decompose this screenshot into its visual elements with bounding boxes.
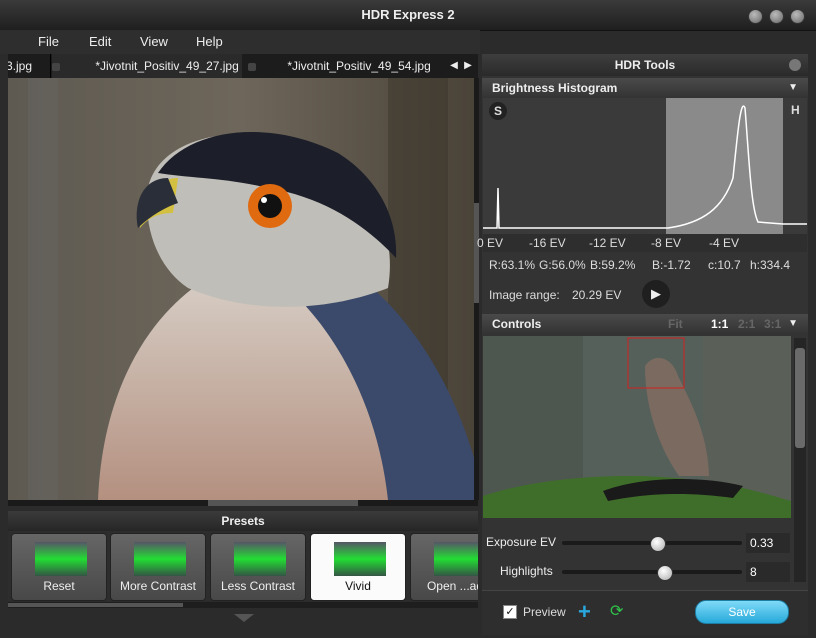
window-title: HDR Express 2 xyxy=(361,7,455,22)
preset-label: Open ...adc xyxy=(426,579,478,593)
navigator-thumbnail[interactable] xyxy=(483,336,791,518)
brightness-histogram[interactable]: S H xyxy=(483,98,807,234)
menu-edit[interactable]: Edit xyxy=(89,34,111,49)
ev-tick-label: 0 EV xyxy=(477,236,504,250)
image-range-label: Image range: xyxy=(489,288,560,302)
preset-thumbnail xyxy=(434,542,478,576)
zoom-1-1[interactable]: 1:1 xyxy=(711,314,728,334)
preset-vivid[interactable]: Vivid xyxy=(310,533,406,601)
tab-close-icon[interactable] xyxy=(52,62,60,71)
preset-thumbnail xyxy=(334,542,386,576)
image-vertical-scrollbar[interactable] xyxy=(474,78,479,500)
preset-label: More Contrast xyxy=(119,579,197,593)
play-icon[interactable]: ▶ xyxy=(642,280,670,308)
refresh-icon[interactable]: ⟳ xyxy=(610,601,623,621)
tab-scroll-left-icon[interactable]: ◀ xyxy=(448,54,460,78)
save-button[interactable]: Save xyxy=(695,600,789,624)
histogram-section-header[interactable]: Brightness Histogram ▼ xyxy=(482,78,808,98)
preset-label: Reset xyxy=(43,579,75,593)
presets-header: Presets xyxy=(8,511,478,531)
menu-bar: File Edit View Help xyxy=(0,30,480,54)
preset-less-contrast[interactable]: Less Contrast xyxy=(210,533,306,601)
preset-label: Vivid xyxy=(345,579,371,593)
preset-thumbnail xyxy=(134,542,186,576)
highlights-label: Highlights xyxy=(500,564,553,578)
ev-tick-label: -16 EV xyxy=(529,236,566,250)
zoom-3-1[interactable]: 3:1 xyxy=(764,314,781,334)
zoom-fit[interactable]: Fit xyxy=(668,314,683,334)
zoom-2-1[interactable]: 2:1 xyxy=(738,314,755,334)
preset-thumbnail xyxy=(35,542,87,576)
highlights-slider[interactable] xyxy=(562,570,742,574)
preset-label: Less Contrast xyxy=(220,579,296,593)
highlights-value[interactable]: 8 xyxy=(746,562,790,582)
highlights-slider-row: Highlights 8 xyxy=(482,561,792,583)
readout-chroma: c:10.7 xyxy=(708,258,741,272)
title-bar: HDR Express 2 xyxy=(0,0,816,31)
preview-checkbox[interactable]: ✓ xyxy=(503,605,517,619)
exposure-value[interactable]: 0.33 xyxy=(746,533,790,553)
ev-tick-label: -4 EV xyxy=(709,236,740,250)
image-canvas[interactable] xyxy=(8,78,474,500)
tab-1[interactable]: 3.jpg xyxy=(8,54,51,78)
bottom-bar xyxy=(8,608,478,632)
tab-1-label: 3.jpg xyxy=(8,59,33,73)
controls-scrollbar[interactable] xyxy=(794,338,806,582)
readout-hue: h:334.4 xyxy=(750,258,791,272)
menu-file[interactable]: File xyxy=(38,34,59,49)
hawk-photo xyxy=(8,78,474,500)
controls-section-header[interactable]: Controls Fit 1:1 2:1 3:1 ▼ xyxy=(482,314,808,334)
readout-brightness: B:-1.72 xyxy=(652,258,691,272)
histogram-title: Brightness Histogram xyxy=(492,81,618,95)
shadows-marker[interactable]: S xyxy=(489,102,507,120)
preset-open-adc[interactable]: Open ...adc xyxy=(410,533,478,601)
minimize-button[interactable] xyxy=(748,9,763,24)
maximize-button[interactable] xyxy=(769,9,784,24)
add-icon[interactable]: + xyxy=(578,599,591,625)
readout-blue: B:59.2% xyxy=(590,258,636,272)
document-tabs: 3.jpg *Jivotnit_Positiv_49_27.jpg *Jivot… xyxy=(8,54,478,79)
panel-title: HDR Tools xyxy=(482,54,808,76)
histogram-axis: 0 EV -16 EV -12 EV -8 EV -4 EV xyxy=(477,234,807,252)
tab-2[interactable]: *Jivotnit_Positiv_49_27.jpg xyxy=(52,54,242,78)
tab-3[interactable]: *Jivotnit_Positiv_49_54.jpg xyxy=(248,54,444,78)
panel-footer: ✓ Preview + ⟳ Save xyxy=(482,590,808,635)
navigator-photo xyxy=(483,336,791,518)
highlights-slider-handle[interactable] xyxy=(657,565,673,581)
preset-thumbnail xyxy=(234,542,286,576)
preview-label: Preview xyxy=(523,605,566,619)
collapse-icon[interactable]: ▼ xyxy=(788,314,798,334)
exposure-label: Exposure EV xyxy=(486,535,557,549)
readout-red: R:63.1% xyxy=(489,258,536,272)
tab-scroll-right-icon[interactable]: ▶ xyxy=(462,54,474,78)
ev-tick-label: -12 EV xyxy=(589,236,626,250)
controls-title: Controls xyxy=(492,317,542,331)
menu-view[interactable]: View xyxy=(140,34,168,49)
image-range-value: 20.29 EV xyxy=(572,288,622,302)
hdr-tools-panel: HDR Tools Brightness Histogram ▼ S H 0 E… xyxy=(477,54,808,635)
presets-strip: Reset More Contrast Less Contrast Vivid … xyxy=(8,531,478,601)
preset-more-contrast[interactable]: More Contrast xyxy=(110,533,206,601)
exposure-slider-row: Exposure EV 0.33 xyxy=(482,532,792,554)
highlights-marker[interactable]: H xyxy=(791,103,800,117)
collapse-icon[interactable]: ▼ xyxy=(788,78,798,98)
close-button[interactable] xyxy=(790,9,805,24)
menu-help[interactable]: Help xyxy=(196,34,223,49)
exposure-slider-handle[interactable] xyxy=(650,536,666,552)
readout-green: G:56.0% xyxy=(539,258,586,272)
image-horizontal-scrollbar[interactable] xyxy=(8,500,478,506)
tab-close-icon[interactable] xyxy=(248,62,256,71)
panel-close-icon[interactable] xyxy=(789,59,801,71)
collapse-presets-icon[interactable] xyxy=(234,614,254,622)
preset-reset[interactable]: Reset xyxy=(11,533,107,601)
tab-3-label: *Jivotnit_Positiv_49_54.jpg xyxy=(287,59,431,73)
ev-tick-label: -8 EV xyxy=(651,236,682,250)
histogram-graph xyxy=(483,98,807,234)
tab-2-label: *Jivotnit_Positiv_49_27.jpg xyxy=(95,59,239,73)
